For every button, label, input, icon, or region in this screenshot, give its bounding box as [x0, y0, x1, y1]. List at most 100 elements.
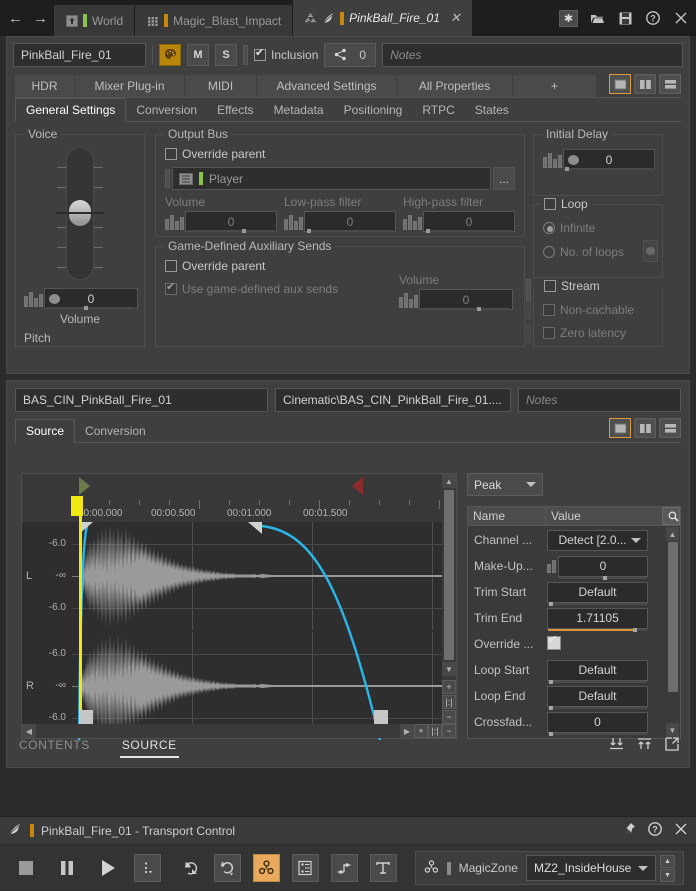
tab-positioning[interactable]: Positioning [334, 98, 413, 121]
delay-button[interactable] [173, 853, 202, 883]
single-pane-icon[interactable] [609, 418, 631, 438]
table-row[interactable]: Loop End Default [469, 683, 666, 710]
source-name-input[interactable]: BAS_CIN_PinkBall_Fire_01 [15, 388, 268, 412]
tab-add[interactable]: + [513, 75, 597, 97]
back-arrow-icon[interactable]: ← [8, 11, 23, 26]
solo-button[interactable]: S [215, 43, 237, 66]
volume-knob[interactable] [49, 293, 60, 304]
loop-end-input[interactable]: Default [547, 685, 648, 710]
bus-volume-input[interactable]: 0 [185, 211, 277, 233]
table-row[interactable]: Trim End 1.71105 [469, 605, 666, 632]
pause-button[interactable] [53, 853, 82, 883]
trim-end-input[interactable]: 1.71105 [547, 607, 648, 632]
playhead[interactable] [79, 496, 82, 724]
search-icon[interactable] [662, 507, 680, 525]
close-icon[interactable] [674, 822, 688, 839]
share-button[interactable]: 0 [324, 42, 377, 67]
properties-vertical-scrollbar[interactable]: ▲ ▼ [666, 527, 679, 737]
loop-start-input[interactable]: Default [547, 659, 648, 684]
tab-effects[interactable]: Effects [207, 98, 263, 121]
zoom-out-vertical-button[interactable]: − [442, 710, 456, 724]
reset-button[interactable] [213, 854, 241, 882]
tab-source-conversion[interactable]: Conversion [75, 419, 156, 442]
tab-all-properties[interactable]: All Properties [397, 75, 513, 97]
footer-tab-source[interactable]: SOURCE [119, 728, 179, 762]
zero-latency-checkbox[interactable]: Zero latency [543, 326, 626, 340]
row-slider-track[interactable] [548, 680, 647, 683]
waveform-vertical-scrollbar[interactable]: ▲ ▼ + |:| − [442, 474, 456, 738]
pin-icon[interactable] [622, 822, 636, 839]
timeline-ruler[interactable]: 00:00.000 00:00.500 00:01.000 00:01.500 [22, 500, 456, 522]
output-bus-field[interactable]: Player [172, 167, 491, 190]
loop-enable-checkbox[interactable]: Loop [540, 197, 592, 211]
voice-volume-input[interactable]: 0 [44, 288, 138, 310]
expand-all-icon[interactable] [637, 737, 652, 754]
output-bus-browse-button[interactable]: ... [493, 167, 515, 190]
stream-drag-handle[interactable] [526, 279, 531, 301]
drag-handle[interactable] [243, 44, 248, 65]
use-game-defined-aux-checkbox[interactable]: Use game-defined aux sends [165, 281, 338, 296]
row-slider-track[interactable] [548, 602, 647, 605]
help-icon[interactable]: ? [644, 9, 662, 27]
collapse-all-icon[interactable] [609, 737, 624, 754]
open-external-icon[interactable] [665, 736, 679, 754]
play-button[interactable] [94, 853, 123, 883]
aux-volume-input[interactable]: 0 [419, 289, 513, 311]
spinner-up-button[interactable]: ▲ [659, 854, 675, 868]
tab-magic-blast-impact[interactable]: Magic_Blast_Impact [135, 5, 294, 36]
non-cachable-drag-handle[interactable] [526, 302, 531, 320]
spinner-down-button[interactable]: ▼ [659, 868, 675, 882]
trim-start-handle[interactable] [79, 710, 93, 724]
star-icon[interactable]: ✱ [559, 9, 578, 27]
waveform-view[interactable]: 00:00.000 00:00.500 00:01.000 00:01.500 [21, 473, 458, 740]
scroll-down-arrow[interactable]: ▼ [442, 662, 456, 676]
source-path-field[interactable]: Cinematic\BAS_CIN_PinkBall_Fire_01.... [275, 388, 511, 412]
voice-volume-slider[interactable] [56, 147, 104, 280]
channel-config-dropdown[interactable]: Detect [2.0... [547, 529, 648, 551]
bus-lowpass-input[interactable]: 0 [304, 211, 396, 233]
scroll-thumb[interactable] [667, 542, 678, 692]
initial-delay-input[interactable]: 0 [563, 149, 655, 171]
tab-general-settings[interactable]: General Settings [15, 98, 127, 122]
loop-count-radio[interactable]: No. of loops [543, 245, 624, 259]
scroll-thumb[interactable] [444, 490, 454, 660]
tab-states[interactable]: States [465, 98, 519, 121]
inclusion-checkbox[interactable]: Inclusion [254, 47, 318, 62]
output-bus-override-parent-checkbox[interactable]: Override parent [165, 147, 265, 161]
notes-input[interactable]: Notes [382, 42, 683, 67]
trim-start-input[interactable]: Default [547, 581, 648, 606]
zoom-in-vertical-button[interactable]: + [442, 680, 456, 694]
help-icon[interactable]: ? [648, 822, 662, 839]
pin-options-button[interactable] [134, 854, 162, 882]
split-vertical-icon[interactable] [634, 74, 656, 94]
loop-start-marker[interactable] [79, 477, 90, 495]
zero-latency-drag-handle[interactable] [526, 325, 531, 343]
color-palette-button[interactable] [159, 43, 181, 66]
folder-open-icon[interactable] [588, 9, 606, 27]
object-name-input[interactable]: PinkBall_Fire_01 [13, 42, 146, 67]
save-icon[interactable] [616, 9, 634, 27]
split-vertical-icon[interactable] [634, 418, 656, 438]
forward-arrow-icon[interactable]: → [33, 11, 48, 26]
table-row[interactable]: Override ... [469, 631, 666, 657]
voice-volume-slider-thumb[interactable] [56, 200, 104, 226]
tab-mixer-plugin[interactable]: Mixer Plug-in [75, 75, 185, 97]
split-horizontal-icon[interactable] [659, 418, 681, 438]
rtpc-button[interactable] [330, 854, 358, 882]
tab-metadata[interactable]: Metadata [264, 98, 334, 121]
tab-advanced-settings[interactable]: Advanced Settings [257, 75, 397, 97]
override-checkbox[interactable] [547, 634, 561, 650]
fade-out-handle[interactable] [248, 522, 262, 534]
meter-mode-dropdown[interactable]: Peak [467, 473, 543, 496]
table-row[interactable]: Make-Up... 0 [469, 553, 666, 580]
trigger-button[interactable] [369, 854, 397, 882]
tab-hdr[interactable]: HDR [15, 75, 75, 97]
mute-button[interactable]: M [187, 43, 209, 66]
table-row[interactable]: Loop Start Default [469, 657, 666, 684]
tab-conversion[interactable]: Conversion [126, 98, 207, 121]
table-row[interactable]: Trim Start Default [469, 579, 666, 606]
split-horizontal-icon[interactable] [659, 74, 681, 94]
source-notes-input[interactable]: Notes [518, 388, 681, 412]
loop-infinite-radio[interactable]: Infinite [543, 221, 595, 235]
non-cachable-checkbox[interactable]: Non-cachable [543, 303, 634, 317]
